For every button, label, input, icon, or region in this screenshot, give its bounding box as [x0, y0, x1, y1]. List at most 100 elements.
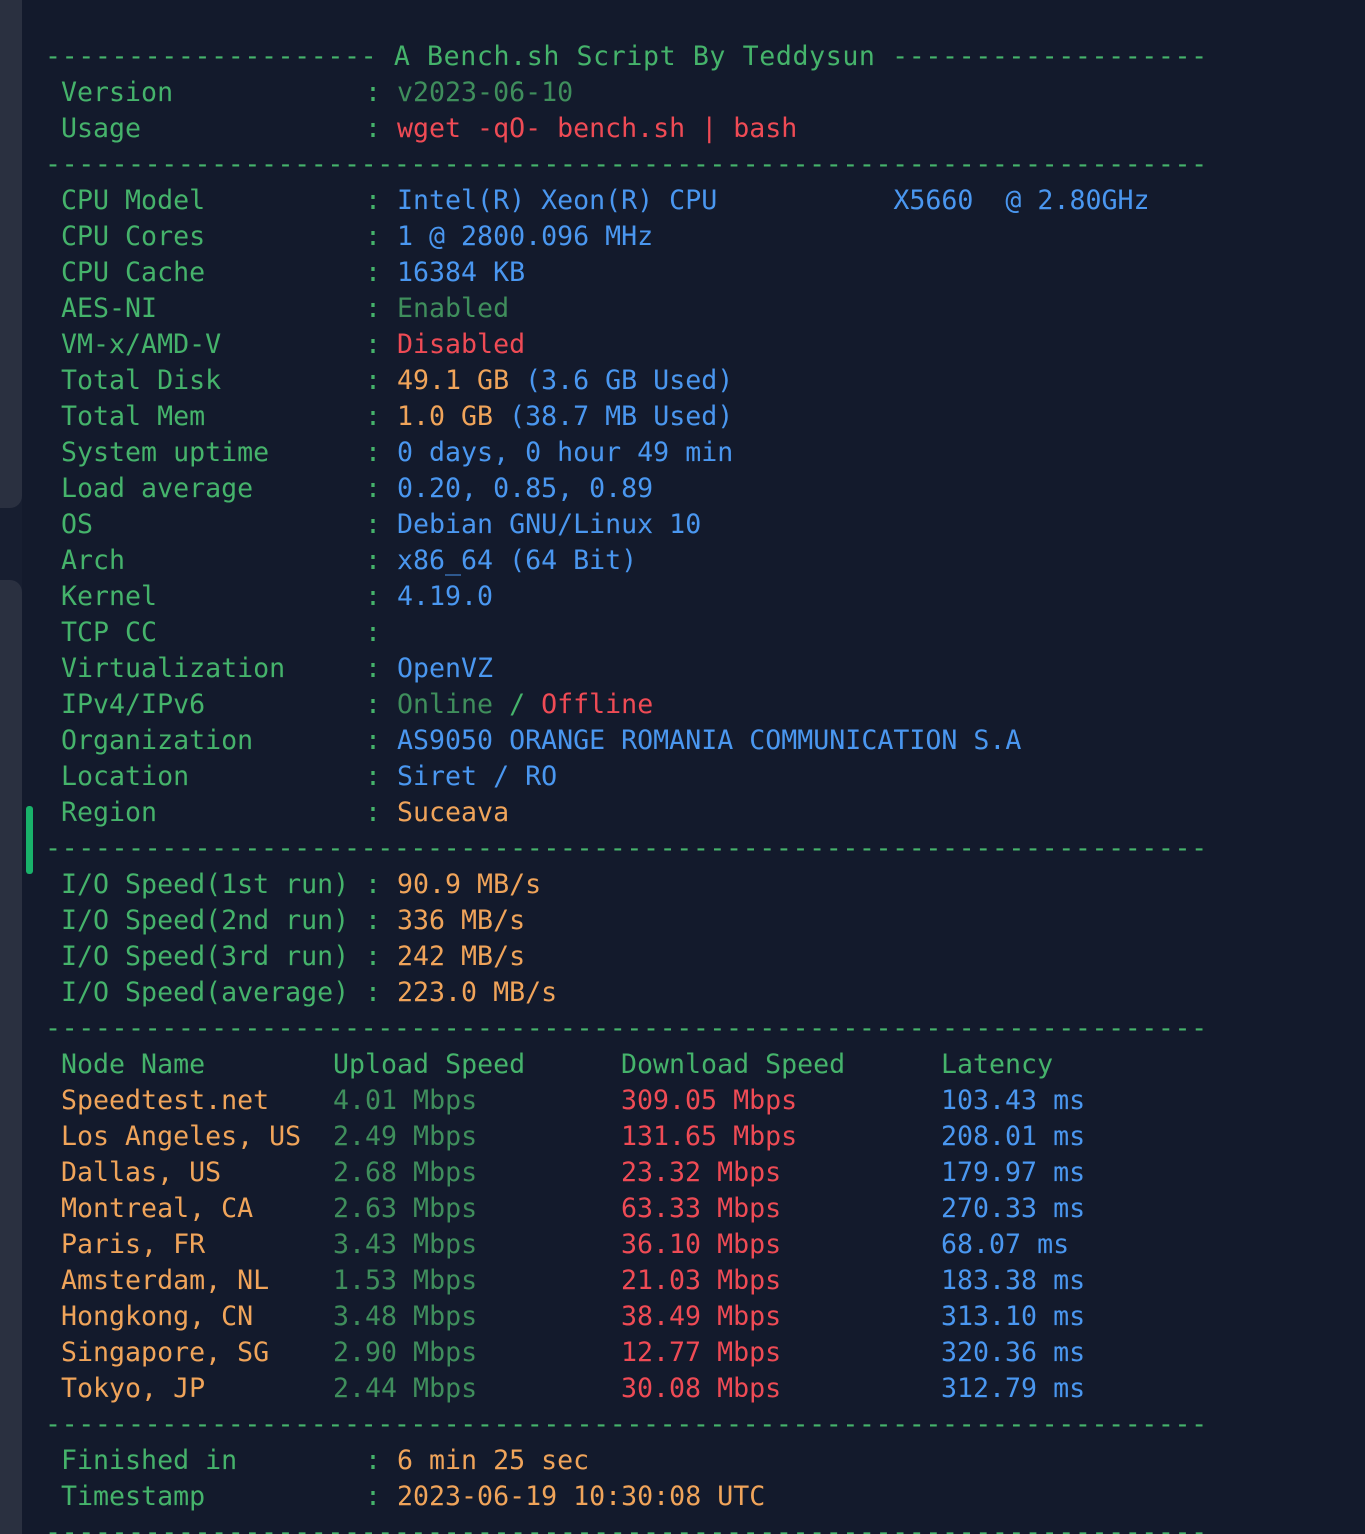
colon: :	[365, 797, 382, 828]
timestamp-value: 2023-06-19 10:30:08 UTC	[397, 1481, 766, 1512]
speedtest-row: Tokyo, JP 2.44 Mbps 30.08 Mbps 312.79 ms	[45, 1371, 1205, 1407]
io-value: 223.0 MB/s	[397, 977, 558, 1008]
arch-label: Arch	[61, 545, 126, 576]
speedtest-row: Speedtest.net 4.01 Mbps 309.05 Mbps 103.…	[45, 1083, 1205, 1119]
location-value: Siret / RO	[397, 761, 558, 792]
download-speed: 23.32 Mbps	[621, 1157, 782, 1188]
upload-header: Upload Speed	[333, 1049, 526, 1080]
load-value: 0.20, 0.85, 0.89	[397, 473, 654, 504]
cpu-cache-row: CPU Cache : 16384 KB	[45, 255, 1205, 291]
node-name: Montreal, CA	[61, 1193, 254, 1224]
speedtest-row: Amsterdam, NL 1.53 Mbps 21.03 Mbps 183.3…	[45, 1263, 1205, 1299]
colon: :	[365, 869, 382, 900]
colon: :	[365, 401, 382, 432]
download-speed: 12.77 Mbps	[621, 1337, 782, 1368]
arch-row: Arch : x86_64 (64 Bit)	[45, 543, 1205, 579]
download-speed: 21.03 Mbps	[621, 1265, 782, 1296]
total-disk-value-group: 49.1 GB (3.6 GB Used)	[397, 363, 733, 399]
colon: :	[365, 365, 382, 396]
upload-speed: 2.68 Mbps	[333, 1157, 478, 1188]
region-row: Region : Suceava	[45, 795, 1205, 831]
load-row: Load average : 0.20, 0.85, 0.89	[45, 471, 1205, 507]
io-row: I/O Speed(average) : 223.0 MB/s	[45, 975, 1205, 1011]
region-value: Suceava	[397, 797, 510, 828]
location-label: Location	[61, 761, 190, 792]
upload-speed: 2.49 Mbps	[333, 1121, 478, 1152]
cpu-cache-label: CPU Cache	[61, 257, 206, 288]
speedtest-row: Paris, FR 3.43 Mbps 36.10 Mbps 68.07 ms	[45, 1227, 1205, 1263]
colon: :	[365, 509, 382, 540]
download-speed: 63.33 Mbps	[621, 1193, 782, 1224]
io-row: I/O Speed(2nd run) : 336 MB/s	[45, 903, 1205, 939]
io-label: I/O Speed(2nd run)	[61, 905, 350, 936]
region-label: Region	[61, 797, 158, 828]
location-row: Location : Siret / RO	[45, 759, 1205, 795]
io-label: I/O Speed(3rd run)	[61, 941, 350, 972]
io-label: I/O Speed(1st run)	[61, 869, 350, 900]
upload-speed: 4.01 Mbps	[333, 1085, 478, 1116]
speedtest-row: Los Angeles, US 2.49 Mbps 131.65 Mbps 20…	[45, 1119, 1205, 1155]
cpu-cores-value: 1 @ 2800.096 MHz	[397, 221, 654, 252]
io-label: I/O Speed(average)	[61, 977, 350, 1008]
colon: :	[365, 725, 382, 756]
uptime-value: 0 days, 0 hour 49 min	[397, 437, 734, 468]
scrollbar-thumb-lower[interactable]	[0, 580, 22, 1534]
download-speed: 131.65 Mbps	[621, 1121, 798, 1152]
ipv6-status: Offline	[541, 689, 654, 720]
timestamp-label: Timestamp	[61, 1481, 206, 1512]
cpu-model-label: CPU Model	[61, 185, 206, 216]
node-name: Speedtest.net	[61, 1085, 270, 1116]
usage-row: Usage : wget -qO- bench.sh | bash	[45, 111, 1205, 147]
download-speed: 309.05 Mbps	[621, 1085, 798, 1116]
latency: 68.07 ms	[941, 1229, 1070, 1260]
total-disk-used: (3.6 GB Used)	[525, 365, 734, 396]
io-row: I/O Speed(1st run) : 90.9 MB/s	[45, 867, 1205, 903]
uptime-label: System uptime	[61, 437, 270, 468]
latency: 208.01 ms	[941, 1121, 1086, 1152]
cpu-cache-value: 16384 KB	[397, 257, 526, 288]
virtualization-label: Virtualization	[61, 653, 286, 684]
latency: 103.43 ms	[941, 1085, 1086, 1116]
total-mem-value: 1.0 GB	[397, 401, 494, 432]
colon: :	[365, 941, 382, 972]
upload-speed: 1.53 Mbps	[333, 1265, 478, 1296]
colon: :	[365, 761, 382, 792]
total-disk-value: 49.1 GB	[397, 365, 510, 396]
total-mem-label: Total Mem	[61, 401, 206, 432]
virtualization-row: Virtualization : OpenVZ	[45, 651, 1205, 687]
load-label: Load average	[61, 473, 254, 504]
io-value: 242 MB/s	[397, 941, 526, 972]
total-disk-row: Total Disk : 49.1 GB (3.6 GB Used)	[45, 363, 1205, 399]
ip-slash: /	[509, 689, 526, 720]
total-mem-row: Total Mem : 1.0 GB (38.7 MB Used)	[45, 399, 1205, 435]
organization-row: Organization : AS9050 ORANGE ROMANIA COM…	[45, 723, 1205, 759]
arch-value: x86_64 (64 Bit)	[397, 545, 638, 576]
node-name: Dallas, US	[61, 1157, 222, 1188]
kernel-label: Kernel	[61, 581, 158, 612]
colon: :	[365, 257, 382, 288]
terminal-output[interactable]: -------------------- A Bench.sh Script B…	[45, 39, 1205, 1534]
separator-line: ----------------------------------------…	[45, 833, 1205, 864]
colon: :	[365, 1445, 382, 1476]
node-name: Tokyo, JP	[61, 1373, 206, 1404]
node-name: Paris, FR	[61, 1229, 206, 1260]
node-name: Singapore, SG	[61, 1337, 270, 1368]
colon: :	[365, 689, 382, 720]
colon: :	[365, 1481, 382, 1512]
speedtest-row: Hongkong, CN 3.48 Mbps 38.49 Mbps 313.10…	[45, 1299, 1205, 1335]
organization-label: Organization	[61, 725, 254, 756]
organization-value: AS9050 ORANGE ROMANIA COMMUNICATION S.A	[397, 725, 1022, 756]
os-row: OS : Debian GNU/Linux 10	[45, 507, 1205, 543]
usage-value: wget -qO- bench.sh | bash	[397, 113, 798, 144]
colon: :	[365, 77, 382, 108]
scrollbar-thumb-upper[interactable]	[0, 0, 22, 508]
vmx-value: Disabled	[397, 329, 526, 360]
speedtest-row: Singapore, SG 2.90 Mbps 12.77 Mbps 320.3…	[45, 1335, 1205, 1371]
node-name: Hongkong, CN	[61, 1301, 254, 1332]
tcp-cc-row: TCP CC :	[45, 615, 1205, 651]
kernel-row: Kernel : 4.19.0	[45, 579, 1205, 615]
version-row: Version : v2023-06-10	[45, 75, 1205, 111]
virtualization-value: OpenVZ	[397, 653, 494, 684]
total-mem-used: (38.7 MB Used)	[509, 401, 734, 432]
ip-label: IPv4/IPv6	[61, 689, 206, 720]
